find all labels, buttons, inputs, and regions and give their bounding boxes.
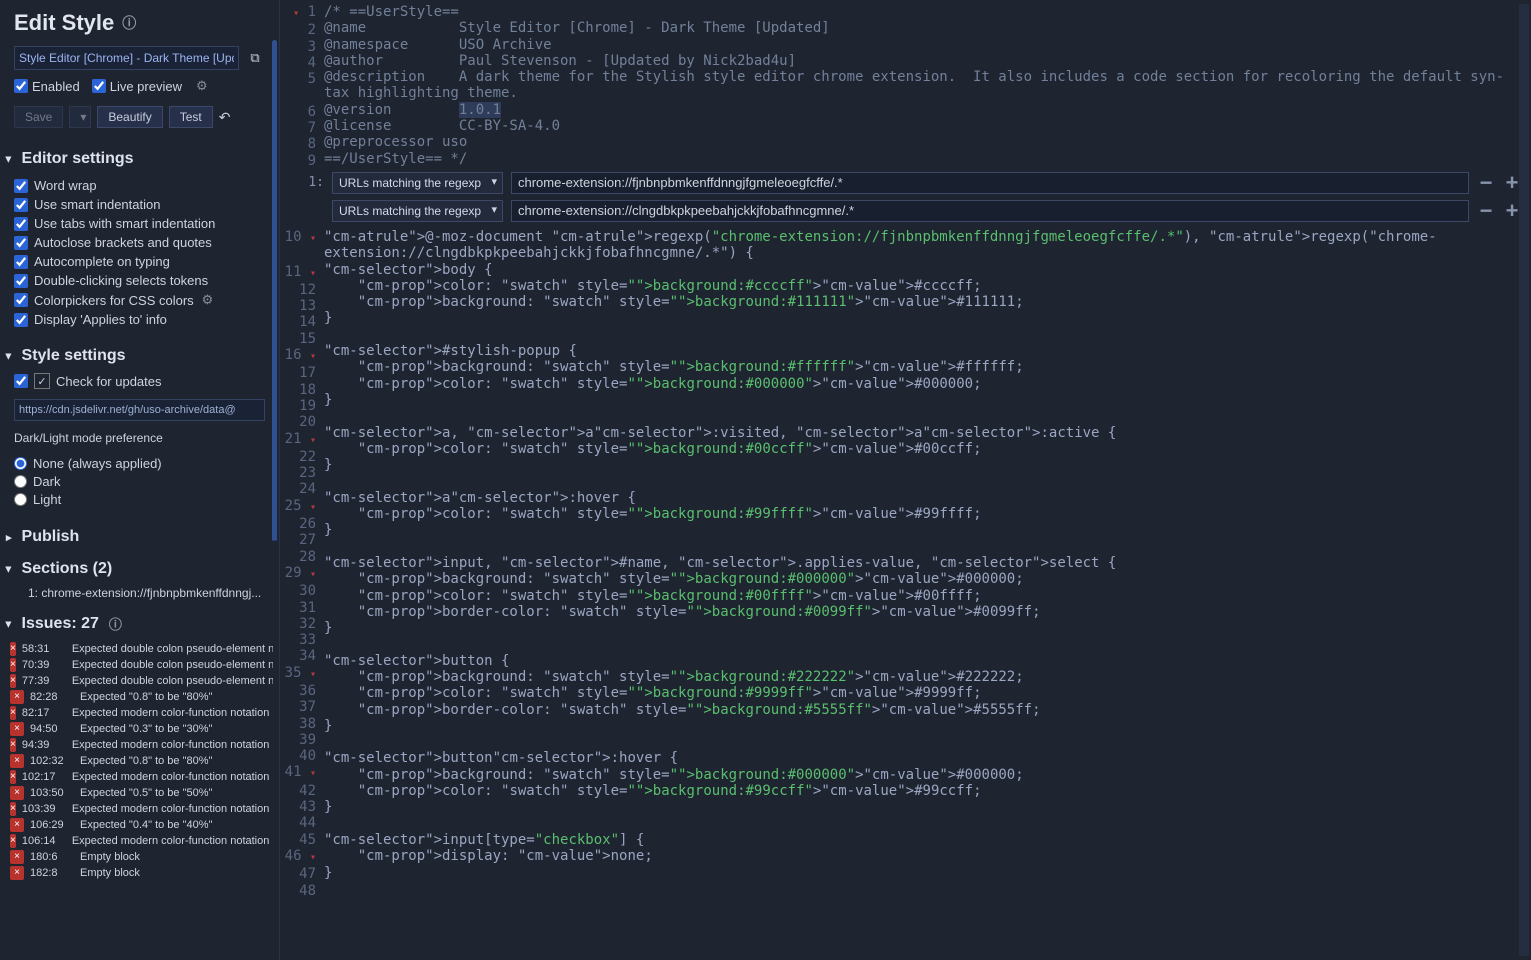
- error-icon: ×: [10, 706, 16, 720]
- test-button[interactable]: Test: [169, 106, 213, 128]
- info-icon[interactable]: ⓘ: [122, 13, 136, 33]
- issue-row[interactable]: ×106:29Expected "0.4" to be "40%": [6, 817, 273, 833]
- applies-to-value-input[interactable]: [511, 200, 1469, 222]
- mode-option[interactable]: Dark: [14, 474, 265, 489]
- style-name-input[interactable]: [14, 46, 239, 70]
- remove-row-icon[interactable]: −: [1477, 174, 1495, 192]
- update-url-input[interactable]: [14, 399, 265, 421]
- applies-to-row: URLs matching the regexp−+: [280, 197, 1531, 225]
- applies-to-type-select[interactable]: URLs matching the regexp: [332, 200, 503, 222]
- editor-option[interactable]: Use smart indentation: [14, 197, 271, 212]
- editor-option[interactable]: Use tabs with smart indentation: [14, 216, 271, 231]
- top-code-block[interactable]: ▾ 12345 6789 /* ==UserStyle==@name Style…: [280, 0, 1531, 169]
- issue-row[interactable]: ×94:39Expected modern color-function not…: [6, 737, 273, 753]
- editor-option[interactable]: Autoclose brackets and quotes: [14, 235, 271, 250]
- issue-row[interactable]: ×182:8Empty block: [6, 865, 273, 881]
- issue-row[interactable]: ×77:39Expected double colon pseudo-eleme…: [6, 673, 273, 689]
- issue-row[interactable]: ×103:50Expected "0.5" to be "50%": [6, 785, 273, 801]
- error-icon: ×: [10, 738, 16, 752]
- gear-icon[interactable]: ⚙: [196, 78, 208, 94]
- issue-row[interactable]: ×82:17Expected modern color-function not…: [6, 705, 273, 721]
- editor-option[interactable]: Colorpickers for CSS colors⚙: [14, 292, 271, 308]
- error-icon: ×: [10, 642, 16, 656]
- mode-option[interactable]: Light: [14, 492, 265, 507]
- issues-heading[interactable]: Issues: 27 ⓘ: [0, 604, 279, 637]
- error-icon: ×: [10, 690, 24, 704]
- editor-option[interactable]: Double-clicking selects tokens: [14, 273, 271, 288]
- editor-option[interactable]: Autocomplete on typing: [14, 254, 271, 269]
- sections-heading[interactable]: Sections (2): [0, 550, 279, 582]
- remove-row-icon[interactable]: −: [1477, 202, 1495, 220]
- applies-to-type-select[interactable]: URLs matching the regexp: [332, 172, 503, 194]
- external-link-icon[interactable]: ⧉: [245, 48, 265, 68]
- error-icon: ×: [10, 834, 16, 848]
- error-icon: ×: [10, 722, 24, 736]
- main-code-block[interactable]: 10 ▾ 11 ▾1213141516 ▾1718192021 ▾2223242…: [280, 225, 1531, 960]
- issue-row[interactable]: ×102:32Expected "0.8" to be "80%": [6, 753, 273, 769]
- applies-to-value-input[interactable]: [511, 172, 1469, 194]
- save-button[interactable]: Save: [14, 106, 63, 128]
- sidebar: Edit Style ⓘ ⧉ Enabled Live preview ⚙ Sa…: [0, 0, 280, 960]
- issue-row[interactable]: ×103:39Expected modern color-function no…: [6, 801, 273, 817]
- check-updates-outer-toggle[interactable]: ✓ Check for updates: [14, 373, 265, 389]
- info-icon[interactable]: ⓘ: [109, 614, 122, 633]
- error-icon: ×: [10, 770, 16, 784]
- editor-option[interactable]: Word wrap: [14, 178, 271, 193]
- error-icon: ×: [10, 658, 16, 672]
- mode-option[interactable]: None (always applied): [14, 456, 265, 471]
- save-dropdown[interactable]: ▾: [69, 106, 91, 128]
- live-preview-toggle[interactable]: Live preview: [92, 79, 182, 94]
- scrollbar[interactable]: [272, 40, 277, 950]
- issue-row[interactable]: ×70:39Expected double colon pseudo-eleme…: [6, 657, 273, 673]
- style-settings-heading[interactable]: Style settings: [0, 337, 279, 369]
- mode-label: Dark/Light mode preference: [0, 427, 279, 449]
- beautify-button[interactable]: Beautify: [97, 106, 162, 128]
- scrollbar[interactable]: [1519, 4, 1529, 956]
- page-title: Edit Style ⓘ: [0, 0, 279, 42]
- error-icon: ×: [10, 866, 24, 880]
- editor-main: ▾ 12345 6789 /* ==UserStyle==@name Style…: [280, 0, 1531, 960]
- error-icon: ×: [10, 850, 24, 864]
- error-icon: ×: [10, 786, 24, 800]
- issue-row[interactable]: ×180:6Empty block: [6, 849, 273, 865]
- issue-row[interactable]: ×58:31Expected double colon pseudo-eleme…: [6, 641, 273, 657]
- publish-heading[interactable]: Publish: [0, 518, 279, 550]
- error-icon: ×: [10, 754, 24, 768]
- section-item[interactable]: 1: chrome-extension://fjnbnpbmkenffdnngj…: [14, 582, 279, 604]
- undo-icon[interactable]: ↶: [219, 109, 231, 126]
- editor-settings-heading[interactable]: Editor settings: [0, 140, 279, 172]
- issue-row[interactable]: ×94:50Expected "0.3" to be "30%": [6, 721, 273, 737]
- issue-row[interactable]: ×82:28Expected "0.8" to be "80%": [6, 689, 273, 705]
- applies-to-row: 1:URLs matching the regexp−+: [280, 169, 1531, 197]
- editor-option[interactable]: Display 'Applies to' info: [14, 312, 271, 327]
- error-icon: ×: [10, 818, 24, 832]
- error-icon: ×: [10, 674, 16, 688]
- gear-icon[interactable]: ⚙: [202, 292, 214, 308]
- issue-row[interactable]: ×106:14Expected modern color-function no…: [6, 833, 273, 849]
- error-icon: ×: [10, 802, 16, 816]
- issue-row[interactable]: ×102:17Expected modern color-function no…: [6, 769, 273, 785]
- enabled-toggle[interactable]: Enabled: [14, 79, 80, 94]
